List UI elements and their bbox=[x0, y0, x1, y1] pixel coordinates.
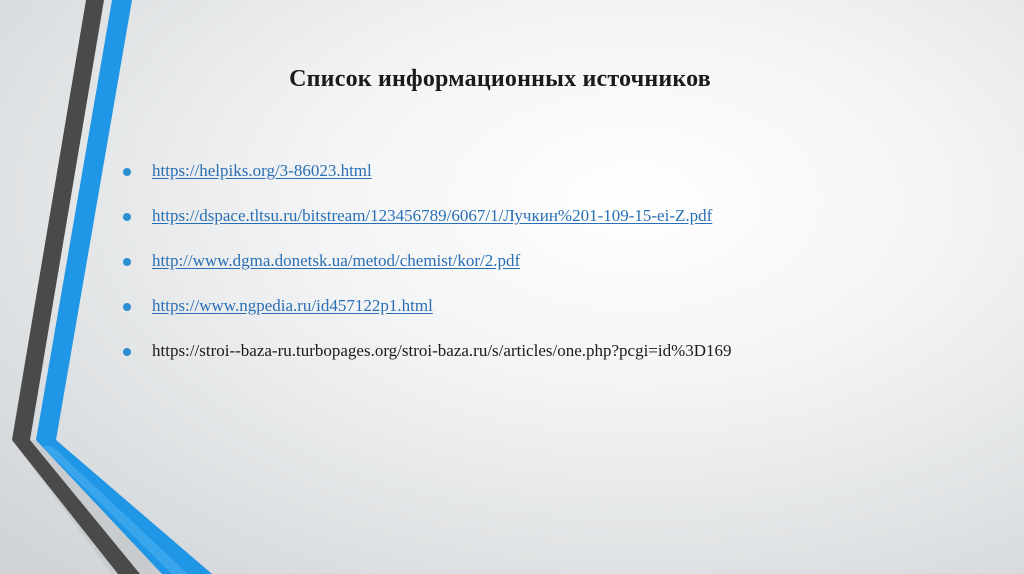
bullet-icon bbox=[123, 213, 131, 221]
slide-title: Список информационных источников bbox=[289, 66, 711, 92]
bullet-icon bbox=[123, 168, 131, 176]
source-text: https://stroi--baza-ru.turbopages.org/st… bbox=[152, 341, 732, 360]
bullet-icon bbox=[123, 348, 131, 356]
bullet-icon bbox=[123, 258, 131, 266]
source-item: http://www.dgma.donetsk.ua/metod/chemist… bbox=[120, 245, 1000, 290]
slide: Список информационных источников https:/… bbox=[0, 0, 1024, 574]
source-item: https://stroi--baza-ru.turbopages.org/st… bbox=[120, 335, 1000, 380]
sources-list: https://helpiks.org/3-86023.html https:/… bbox=[120, 155, 1000, 380]
source-link[interactable]: https://helpiks.org/3-86023.html bbox=[152, 161, 372, 180]
source-link[interactable]: https://www.ngpedia.ru/id457122p1.html bbox=[152, 296, 433, 315]
source-link[interactable]: http://www.dgma.donetsk.ua/metod/chemist… bbox=[152, 251, 520, 270]
bullet-icon bbox=[123, 303, 131, 311]
source-link[interactable]: https://dspace.tltsu.ru/bitstream/123456… bbox=[152, 206, 712, 225]
source-item: https://www.ngpedia.ru/id457122p1.html bbox=[120, 290, 1000, 335]
source-item: https://dspace.tltsu.ru/bitstream/123456… bbox=[120, 200, 1000, 245]
source-item: https://helpiks.org/3-86023.html bbox=[120, 155, 1000, 200]
